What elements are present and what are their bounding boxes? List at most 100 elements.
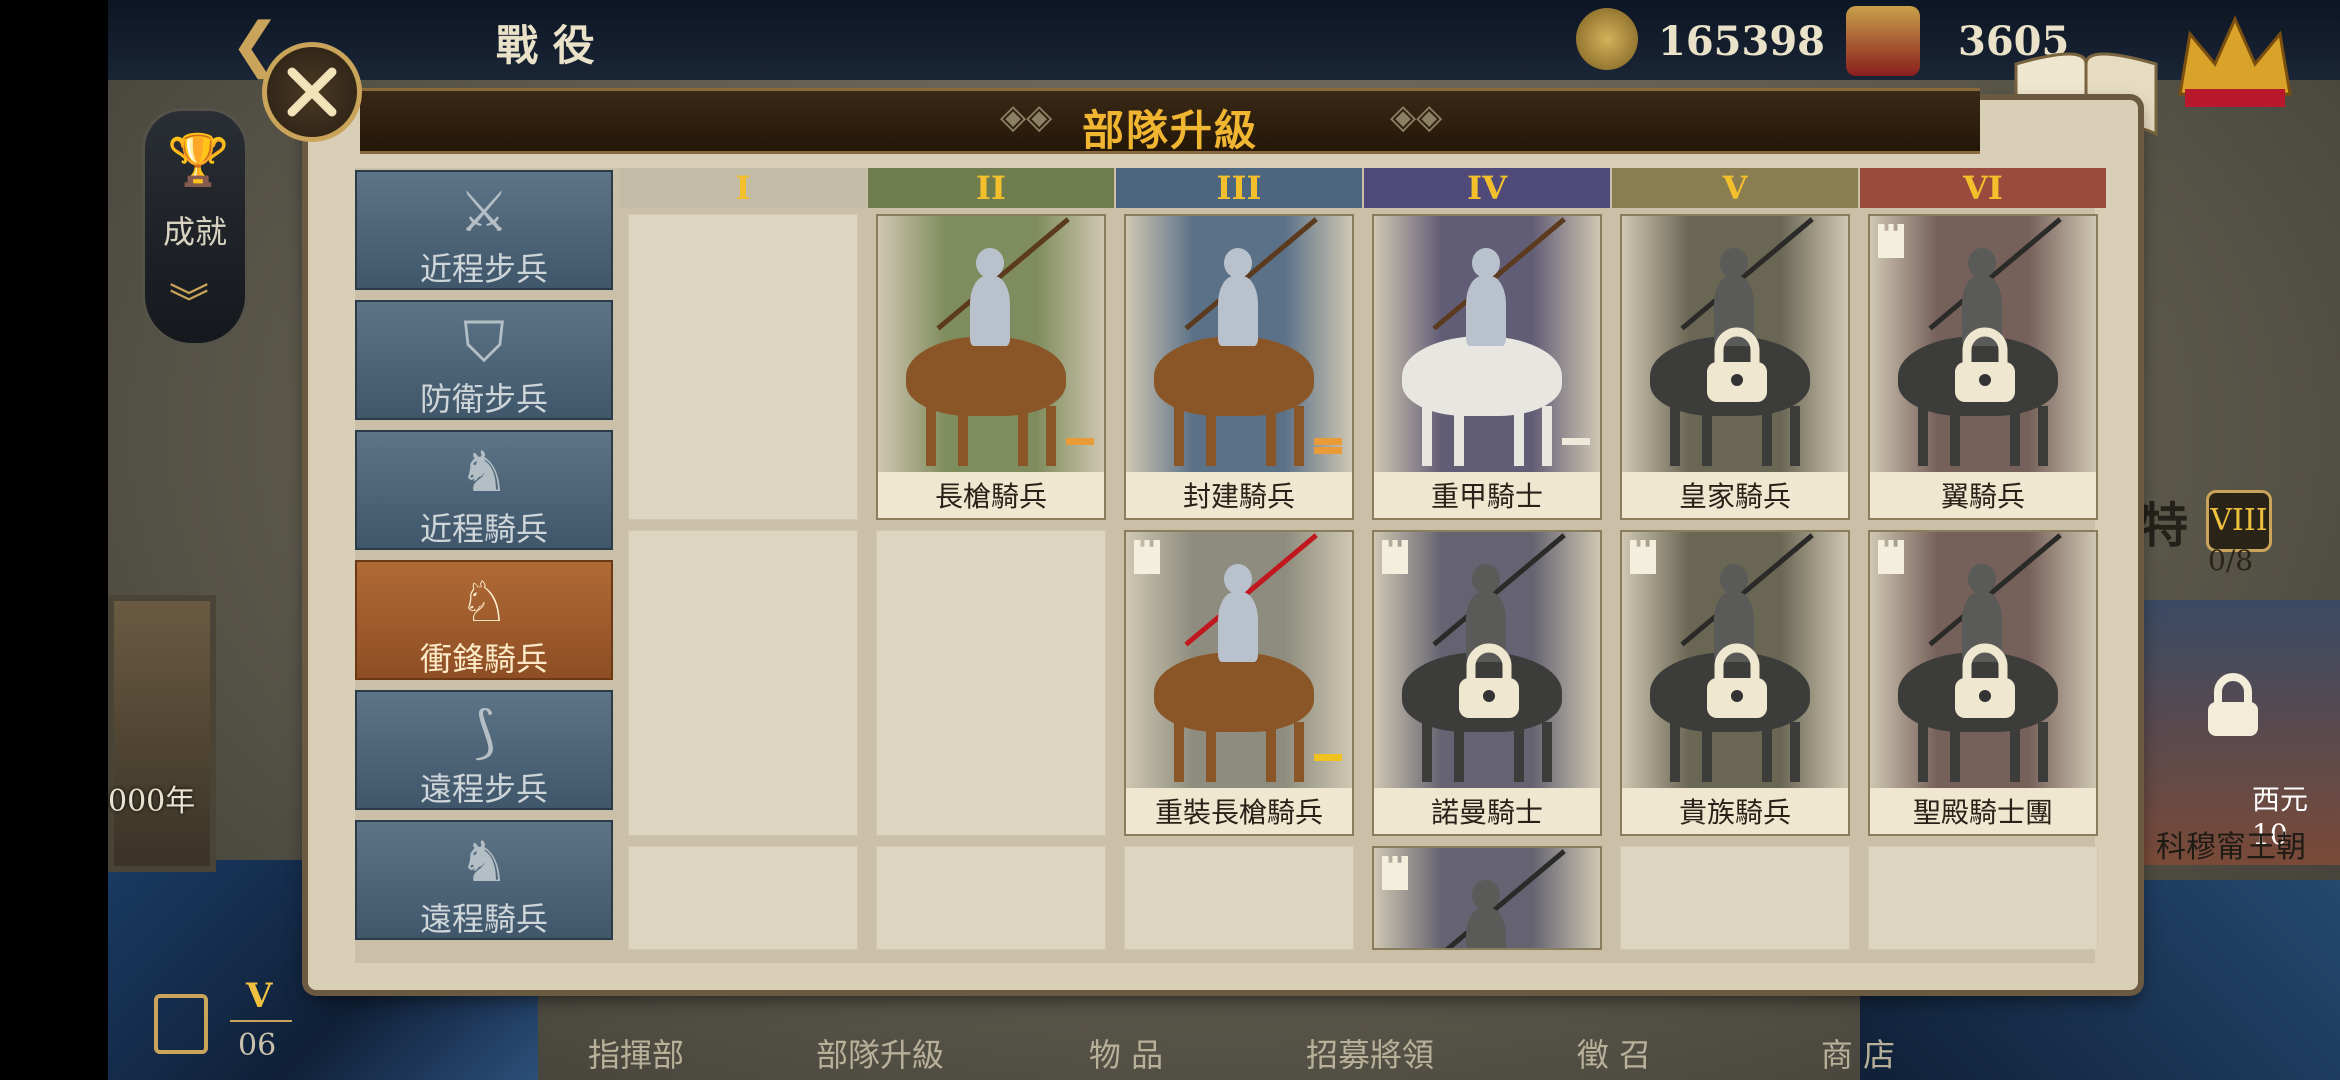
rank-bar [1314,754,1342,761]
horse [1154,336,1314,416]
horse-leg [1046,406,1056,466]
unit-portrait [1374,216,1600,472]
unit-name: 封建騎兵 [1126,474,1352,518]
crossed-swords-icon: ⚔ [458,180,510,245]
unit-card[interactable]: 封建騎兵 [1124,214,1354,520]
unit-card[interactable]: 皇家騎兵 [1620,214,1850,520]
rider-helmet [1472,248,1500,278]
horse-leg [926,406,936,466]
bottom-nav-item[interactable]: 指揮部 [551,1030,721,1076]
bottom-nav-item[interactable]: 徵 召 [1529,1030,1699,1076]
category-tab-3[interactable]: ♞ 近程騎兵 [355,430,613,550]
empty-slot [876,530,1106,836]
unit-name: 重甲騎士 [1374,474,1600,518]
horse-leg [1670,406,1680,466]
lock-icon [1697,326,1777,406]
unit-card[interactable]: 翼騎兵 [1868,214,2098,520]
empty-slot [1868,846,2098,950]
unit-name: 聖殿騎士團 [1870,790,2096,834]
rider-helmet [976,248,1004,278]
era-name-right: 科穆甯王朝 [2156,830,2306,865]
horse [906,336,1066,416]
horse-leg [1018,406,1028,466]
category-tab-1[interactable]: ⚔ 近程步兵 [355,170,613,290]
shield-icon: ⛉ [463,310,505,375]
horse-leg [1514,722,1524,782]
era-card-left[interactable] [108,595,216,872]
lock-icon [1697,642,1777,722]
ornament-icon: ◈◈ [1390,97,1443,137]
horse-leg [2010,406,2020,466]
tower-icon [1382,856,1408,890]
crown-icon[interactable] [2170,4,2300,114]
rank-bar [1562,438,1590,445]
tower-icon [1134,540,1160,574]
horse [1154,652,1314,732]
bow-icon: ⟆ [473,700,495,765]
rider [1218,276,1258,346]
rank-bar [1314,447,1342,454]
horse-leg [1422,722,1432,782]
rider [1466,908,1506,948]
horse-leg [1542,406,1552,466]
save-number: 06 [238,1028,277,1063]
mounted-archer-icon: ♞ [458,830,510,895]
medal-icon [1846,6,1920,76]
horse-leg [1266,722,1276,782]
unit-card[interactable]: 重甲騎士 [1372,214,1602,520]
unit-card[interactable] [1372,846,1602,950]
category-tab-6[interactable]: ♞ 遠程騎兵 [355,820,613,940]
empty-slot [1124,846,1354,950]
gold-coin-icon [1576,8,1638,70]
horse-leg [1514,406,1524,466]
category-label: 近程步兵 [419,250,548,288]
close-button[interactable] [262,42,362,142]
empty-slot [628,846,858,950]
era-roman-badge: VIII [2206,490,2272,552]
horse-leg [1670,722,1680,782]
unit-name: 貴族騎兵 [1622,790,1848,834]
category-tab-2[interactable]: ⛉ 防衛步兵 [355,300,613,420]
category-tab-4[interactable]: ♘ 衝鋒騎兵 [355,560,613,680]
tier-header-3: III [1116,168,1362,208]
unit-card[interactable]: 貴族騎兵 [1620,530,1850,836]
rank-bar [1066,438,1094,445]
horse-leg [1294,406,1304,466]
rider [1466,276,1506,346]
rider-helmet [1720,248,1748,278]
horse-leg [1950,722,1960,782]
empty-slot [628,530,858,836]
category-label: 遠程步兵 [419,770,548,808]
lock-icon [1945,326,2025,406]
unit-card[interactable]: 諾曼騎士 [1372,530,1602,836]
category-label: 防衛步兵 [419,380,548,418]
rider-helmet [1472,564,1500,594]
rider-helmet [1720,564,1748,594]
chevron-down-icon[interactable]: ︾ [169,271,209,329]
unit-card[interactable]: 聖殿騎士團 [1868,530,2098,836]
bottom-nav-item[interactable]: 物 品 [1041,1030,1211,1076]
rider [1218,592,1258,662]
unit-portrait [878,216,1104,472]
tier-header-5: V [1612,168,1858,208]
unit-card[interactable]: 長槍騎兵 [876,214,1106,520]
category-tab-5[interactable]: ⟆ 遠程步兵 [355,690,613,810]
bottom-nav-item[interactable]: 招募將領 [1285,1030,1455,1076]
save-divider [230,1020,292,1022]
achievement-button[interactable]: 🏆 成就 ︾ [142,108,248,346]
panel-title-bar: ◈◈ 部隊升級 ◈◈ [360,88,1980,155]
era-progress: 0/8 [2208,544,2254,577]
rider-helmet [1968,248,1996,278]
horse [1402,336,1562,416]
horse-leg [1790,722,1800,782]
horse-leg [1790,406,1800,466]
unit-card[interactable]: 重裝長槍騎兵 [1124,530,1354,836]
horse-leg [1762,406,1772,466]
bottom-nav-item[interactable]: 商 店 [1773,1030,1943,1076]
unit-name: 翼騎兵 [1870,474,2096,518]
bottom-nav-item[interactable]: 部隊升級 [795,1030,965,1076]
achievement-label: 成就 [163,213,228,251]
category-label: 近程騎兵 [419,510,548,548]
save-icon[interactable] [154,994,208,1054]
tower-icon [1878,540,1904,574]
